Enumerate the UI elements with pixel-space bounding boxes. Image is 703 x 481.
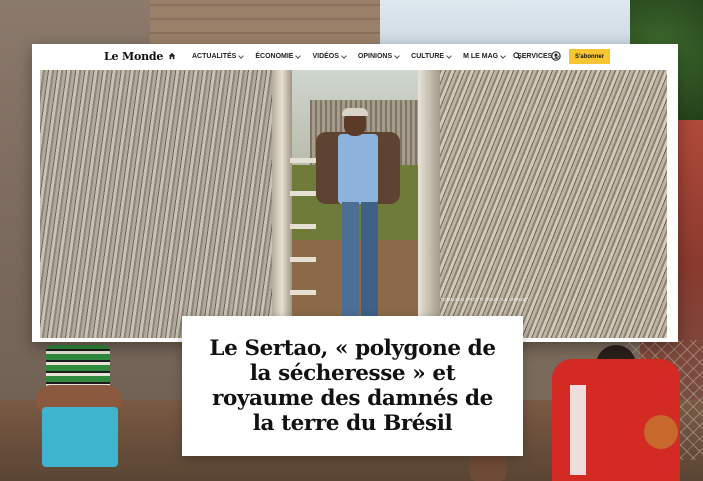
- article-headline[interactable]: Le Sertao, « polygone de la sécheresse »…: [203, 336, 503, 436]
- hero-photo: TOMMASO PROTTI POUR "LE MONDE": [40, 70, 667, 338]
- site-logo[interactable]: Le Monde: [104, 50, 163, 63]
- menu-item-label: VIDÉOS: [312, 53, 339, 60]
- menu-item-m-le-mag[interactable]: M LE MAG: [463, 52, 506, 60]
- chevron-down-icon: [446, 52, 452, 59]
- article-card: Le Monde ACTUALITÉS ÉCONOMIE VIDÉOS OPIN…: [32, 44, 678, 342]
- menu-item-label: OPINIONS: [357, 53, 393, 60]
- main-menu: ACTUALITÉS ÉCONOMIE VIDÉOS OPINIONS CULT…: [192, 52, 561, 60]
- menu-item-label: CULTURE: [411, 53, 445, 60]
- menu-item-label: ÉCONOMIE: [255, 53, 294, 60]
- menu-item-label: SERVICES: [517, 53, 553, 60]
- menu-item-label: ACTUALITÉS: [192, 53, 237, 60]
- photo-subject: [308, 108, 408, 338]
- menu-item-label: M LE MAG: [463, 53, 499, 60]
- menu-item-economie[interactable]: ÉCONOMIE: [255, 52, 302, 60]
- background-child-right: [552, 345, 680, 481]
- chevron-down-icon: [295, 52, 302, 59]
- fence-left: [40, 70, 280, 338]
- user-icon[interactable]: [551, 51, 561, 61]
- menu-item-opinions[interactable]: OPINIONS: [357, 52, 400, 60]
- background-child-left: [36, 345, 122, 481]
- background-feet: [470, 456, 506, 481]
- chevron-down-icon: [341, 52, 347, 59]
- menu-item-videos[interactable]: VIDÉOS: [312, 52, 347, 60]
- chevron-down-icon: [394, 52, 400, 59]
- chevron-down-icon: [500, 52, 506, 59]
- search-icon[interactable]: [513, 52, 521, 60]
- menu-item-culture[interactable]: CULTURE: [411, 52, 452, 60]
- top-nav: Le Monde ACTUALITÉS ÉCONOMIE VIDÉOS OPIN…: [32, 44, 678, 70]
- menu-item-actualites[interactable]: ACTUALITÉS: [192, 52, 245, 60]
- chevron-down-icon: [238, 52, 245, 59]
- home-icon[interactable]: [168, 52, 176, 60]
- subscribe-button[interactable]: S'abonner: [569, 49, 610, 64]
- photo-credit: TOMMASO PROTTI POUR "LE MONDE": [440, 297, 530, 302]
- headline-box: Le Sertao, « polygone de la sécheresse »…: [182, 316, 523, 456]
